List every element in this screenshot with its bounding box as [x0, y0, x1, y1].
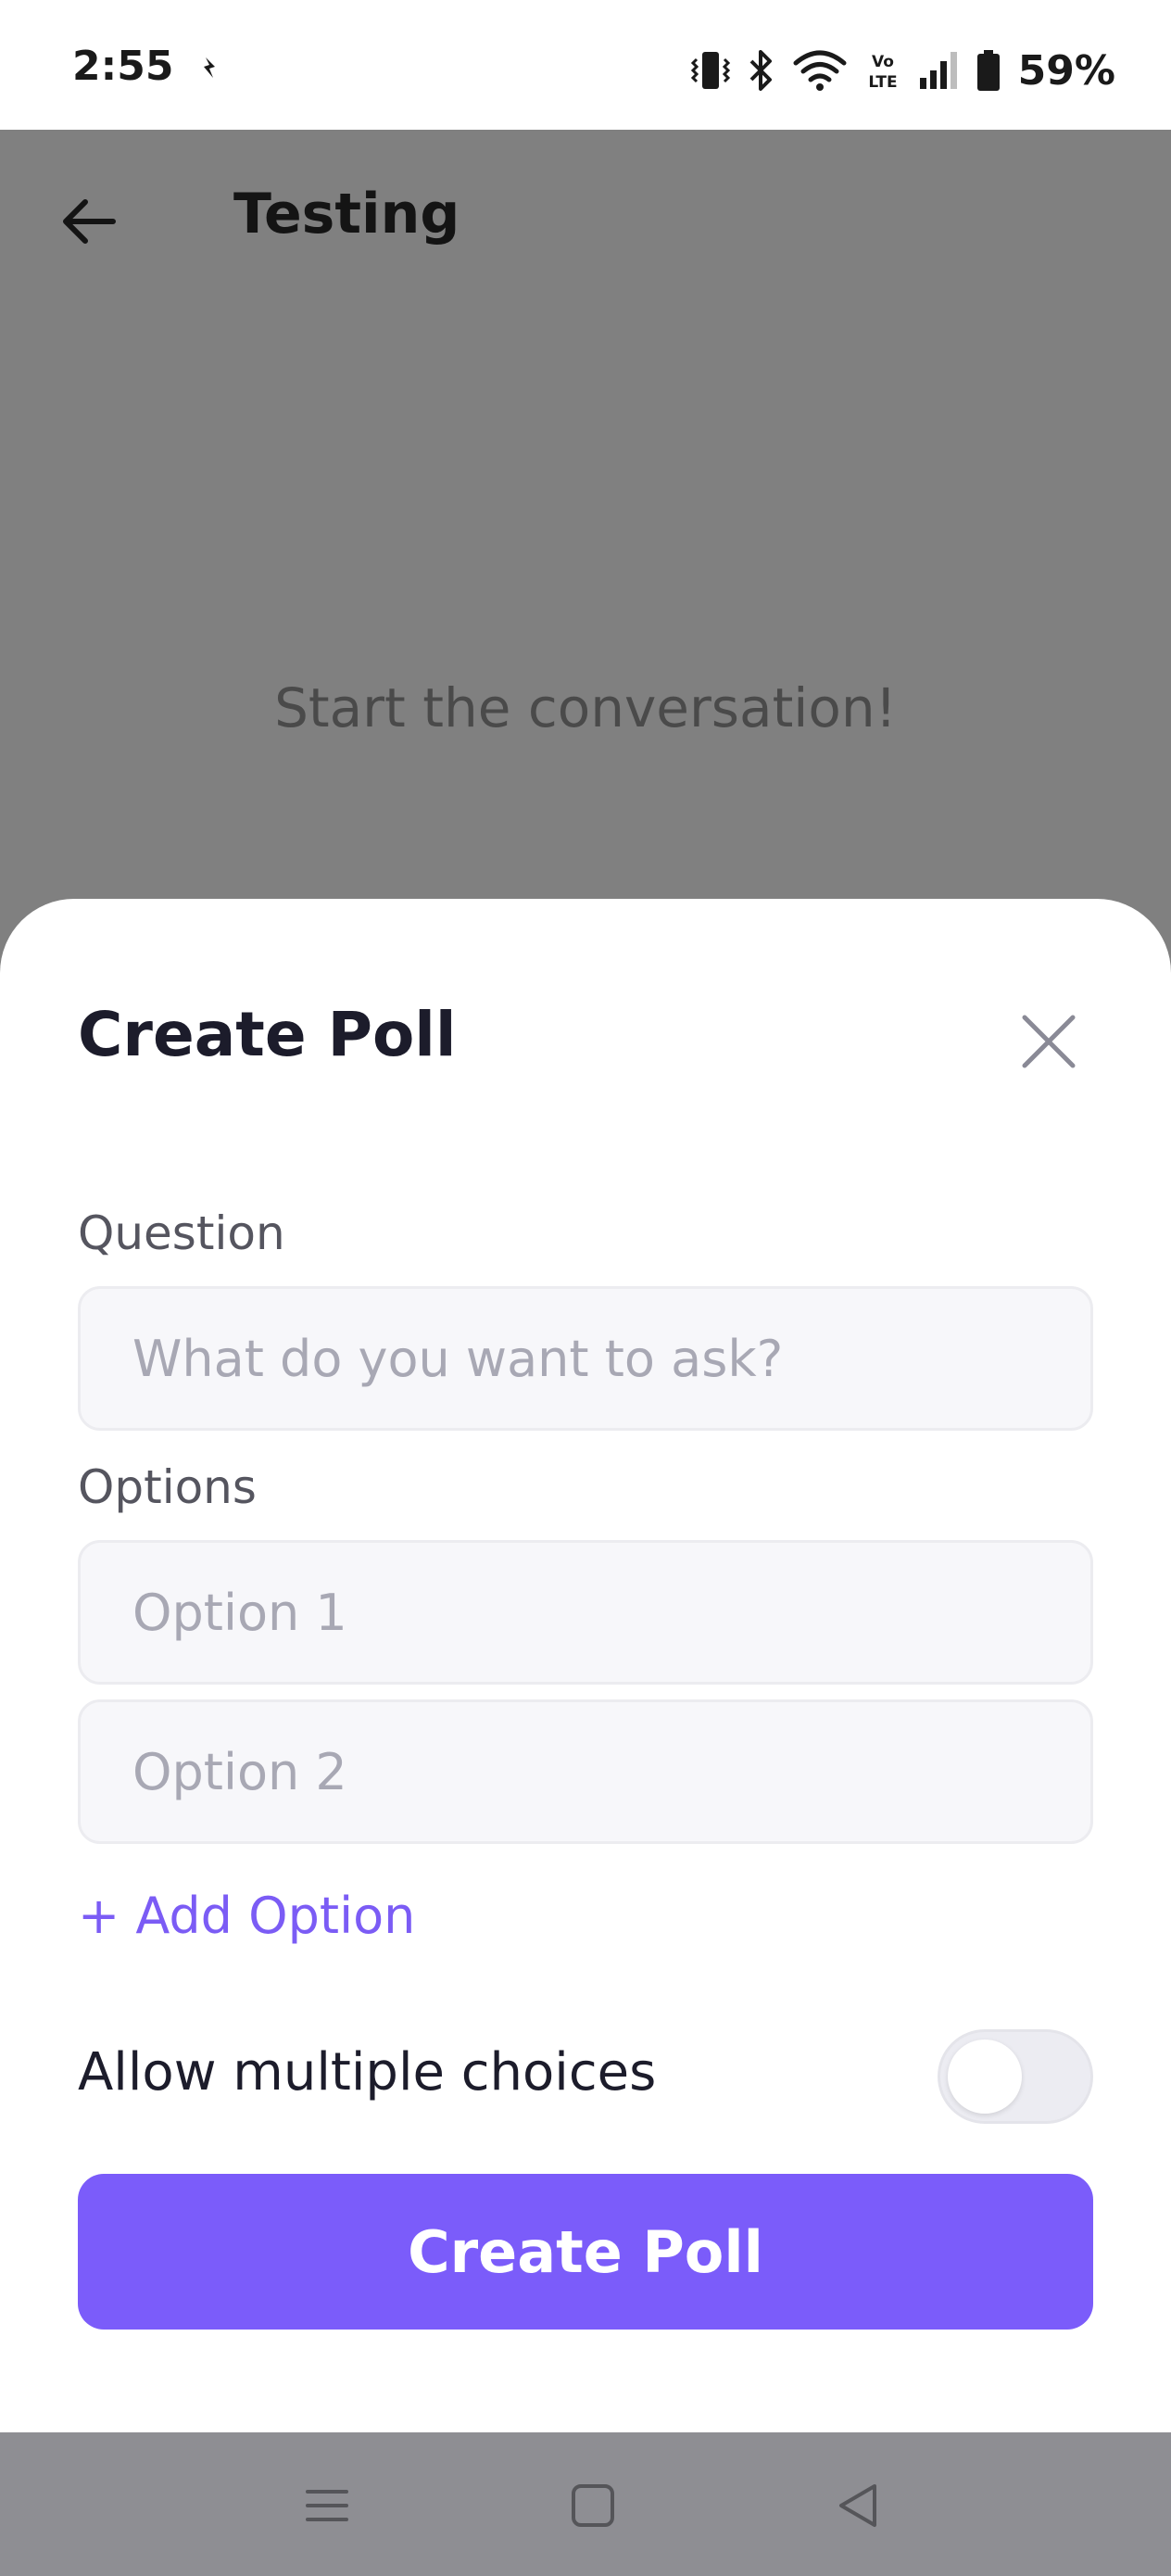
- option-field-1[interactable]: [78, 1540, 1093, 1685]
- back-arrow-icon[interactable]: [57, 189, 122, 254]
- volte-bottom-text: LTE: [868, 73, 897, 92]
- signal-icon: [919, 52, 957, 89]
- recents-icon[interactable]: [295, 2473, 359, 2538]
- option-1-input[interactable]: [81, 1543, 1090, 1682]
- chat-title: Testing: [233, 182, 460, 246]
- toggle-knob: [948, 2039, 1022, 2114]
- bluetooth-icon: [749, 50, 772, 91]
- battery-percentage: 59%: [1017, 46, 1115, 95]
- option-2-input[interactable]: [81, 1702, 1090, 1841]
- add-option-button[interactable]: + Add Option: [78, 1887, 415, 1945]
- vibrate-icon: [690, 52, 730, 89]
- volte-top-text: Vo: [872, 53, 894, 71]
- options-label: Options: [78, 1460, 257, 1514]
- create-poll-button[interactable]: Create Poll: [78, 2174, 1093, 2330]
- wifi-icon: [793, 50, 847, 91]
- volte-icon: Vo LTE: [868, 53, 897, 92]
- question-input[interactable]: [81, 1289, 1090, 1428]
- close-icon[interactable]: [1015, 1008, 1082, 1075]
- back-icon[interactable]: [826, 2473, 891, 2538]
- empty-chat-message: Start the conversation!: [274, 676, 897, 739]
- option-field-2[interactable]: [78, 1699, 1093, 1844]
- status-icons: Vo LTE 59%: [690, 43, 1115, 98]
- status-bar: 2:55 Vo LTE 59%: [0, 0, 1171, 130]
- multiple-choices-toggle[interactable]: [938, 2029, 1093, 2124]
- question-field[interactable]: [78, 1286, 1093, 1431]
- system-nav-bar: [0, 2432, 1171, 2576]
- status-time: 2:55: [72, 43, 174, 90]
- question-label: Question: [78, 1206, 285, 1260]
- multiple-choices-label: Allow multiple choices: [78, 2042, 657, 2102]
- battery-icon: [976, 50, 1000, 91]
- sheet-title: Create Poll: [78, 999, 457, 1070]
- notification-icon: [204, 57, 215, 78]
- home-icon[interactable]: [560, 2473, 625, 2538]
